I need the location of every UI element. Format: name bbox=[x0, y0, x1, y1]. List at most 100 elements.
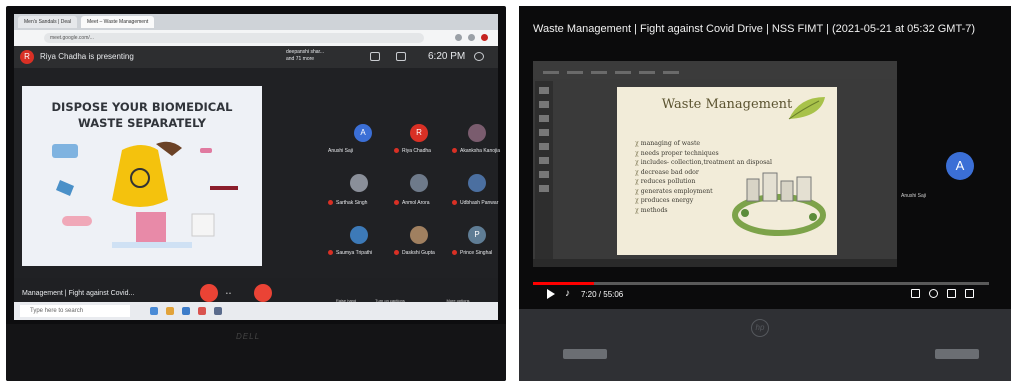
slide-thumbnail[interactable] bbox=[539, 115, 549, 122]
bottles-icon bbox=[136, 212, 166, 242]
left-photo: Men's Sandals | Deal Meet – Waste Manage… bbox=[6, 6, 506, 381]
participant-avatar[interactable]: P bbox=[468, 226, 486, 244]
powerpoint-statusbar bbox=[533, 259, 897, 267]
presenting-label: Riya Chadha is presenting bbox=[40, 52, 134, 61]
hand-icon bbox=[156, 141, 182, 156]
ribbon-tab[interactable] bbox=[591, 71, 607, 74]
slide-thumbnail[interactable] bbox=[539, 129, 549, 136]
mic-off-button[interactable] bbox=[200, 284, 218, 302]
participant-avatar[interactable] bbox=[350, 174, 368, 192]
participant-name: Daskshi Gupta bbox=[402, 250, 435, 256]
recycling-city-illustration bbox=[732, 172, 826, 236]
windows-taskbar: Type here to search bbox=[14, 302, 498, 320]
laptop-bezel: DELL bbox=[6, 324, 506, 381]
participant-avatar[interactable] bbox=[350, 226, 368, 244]
laptop-body: hp bbox=[519, 309, 1011, 381]
more-icon[interactable]: • • bbox=[226, 291, 231, 297]
powerpoint-window: Waste Management managing of waste needs… bbox=[533, 61, 897, 267]
participant-avatar[interactable] bbox=[410, 226, 428, 244]
participant-name: Saumya Tripathi bbox=[336, 250, 373, 256]
powerpoint-ribbon bbox=[533, 61, 897, 79]
chrome-icon[interactable] bbox=[198, 307, 206, 315]
biomedical-waste-illustration bbox=[52, 141, 238, 248]
miniplayer-icon[interactable] bbox=[947, 289, 956, 298]
profile-icon[interactable] bbox=[481, 34, 488, 41]
slide-thumbnail[interactable] bbox=[539, 171, 549, 178]
glove-icon bbox=[56, 180, 74, 196]
address-bar[interactable]: meet.google.com/... bbox=[44, 33, 424, 43]
participant-grid: A Anushi Saji R Riya Chadha Akanksha Kan… bbox=[318, 116, 501, 276]
tissue-box-icon bbox=[191, 213, 215, 237]
camera-off-button[interactable] bbox=[254, 284, 272, 302]
syringe-icon bbox=[210, 186, 238, 190]
video-time: 7:20 / 55:06 bbox=[581, 290, 624, 299]
participant-avatar[interactable] bbox=[410, 174, 428, 192]
slide-thumbnail[interactable] bbox=[539, 157, 549, 164]
meeting-title: Management | Fight against Covid... bbox=[22, 290, 135, 297]
participant-name: Anushi Saji bbox=[328, 148, 354, 154]
ribbon-tab[interactable] bbox=[567, 71, 583, 74]
slide-thumbnail[interactable] bbox=[539, 185, 549, 192]
participant-name: Prince Singhal bbox=[460, 250, 493, 256]
browser-tab-active[interactable]: Meet – Waste Management bbox=[81, 16, 155, 28]
bandage-icon bbox=[62, 216, 92, 226]
video-progress-fill bbox=[533, 282, 594, 285]
browser-tab[interactable]: Men's Sandals | Deal bbox=[18, 16, 77, 28]
slide-thumbnail[interactable] bbox=[539, 101, 549, 108]
play-icon[interactable] bbox=[547, 289, 555, 299]
current-slide: Waste Management managing of waste needs… bbox=[617, 87, 837, 255]
extension-icon[interactable] bbox=[455, 34, 462, 41]
muted-mic-icon bbox=[394, 250, 399, 255]
laptop-hinge bbox=[563, 349, 607, 359]
biohazard-bag-icon bbox=[112, 145, 168, 207]
ribbon-tab[interactable] bbox=[543, 71, 559, 74]
slide-bullet: needs proper techniques bbox=[635, 149, 772, 159]
participant-avatar[interactable] bbox=[468, 174, 486, 192]
ribbon-tab[interactable] bbox=[663, 71, 679, 74]
volume-icon[interactable]: ♪ bbox=[565, 288, 570, 299]
dell-logo: DELL bbox=[236, 332, 261, 341]
ribbon-tab[interactable] bbox=[615, 71, 631, 74]
meet-window: R Riya Chadha is presenting deepanshi sh… bbox=[14, 46, 501, 316]
task-view-icon[interactable] bbox=[150, 307, 158, 315]
edge-icon[interactable] bbox=[182, 307, 190, 315]
participant-name: Udbhash Panwar bbox=[460, 200, 499, 206]
video-controls: ♪ 7:20 / 55:06 bbox=[533, 286, 989, 304]
muted-mic-icon bbox=[452, 200, 457, 205]
taskbar-search[interactable]: Type here to search bbox=[20, 305, 130, 317]
muted-mic-icon bbox=[328, 200, 333, 205]
slide-thumbnail[interactable] bbox=[539, 143, 549, 150]
pills-icon bbox=[200, 148, 212, 153]
participant-name: Anmol Arora bbox=[402, 200, 430, 206]
leaf-icon bbox=[788, 97, 825, 120]
muted-mic-icon bbox=[452, 250, 457, 255]
store-icon[interactable] bbox=[214, 307, 222, 315]
fullscreen-icon[interactable] bbox=[965, 289, 974, 298]
video-progress-bar[interactable] bbox=[533, 282, 989, 285]
ribbon-tab[interactable] bbox=[639, 71, 655, 74]
muted-mic-icon bbox=[328, 250, 333, 255]
participant-count-chip[interactable]: deepanshi shar... and 71 more bbox=[286, 49, 342, 63]
settings-icon[interactable] bbox=[929, 289, 938, 298]
file-explorer-icon[interactable] bbox=[166, 307, 174, 315]
slide-thumbnails bbox=[535, 81, 553, 261]
subtitles-icon[interactable] bbox=[911, 289, 920, 298]
presenting-bar: R Riya Chadha is presenting deepanshi sh… bbox=[14, 46, 498, 68]
extension-icon[interactable] bbox=[468, 34, 475, 41]
participant-name: Sarthak Singh bbox=[336, 200, 368, 206]
participant-avatar[interactable] bbox=[468, 124, 486, 142]
participant-name: Akanksha Kanojia bbox=[460, 148, 501, 154]
browser-tab-strip: Men's Sandals | Deal Meet – Waste Manage… bbox=[14, 14, 498, 30]
chat-icon[interactable] bbox=[396, 52, 406, 61]
presenter-avatar: R bbox=[20, 50, 34, 64]
browser-toolbar: meet.google.com/... bbox=[14, 30, 498, 46]
participant-avatar[interactable]: A bbox=[354, 124, 372, 142]
account-icon[interactable] bbox=[474, 52, 484, 61]
participant-name: Riya Chadha bbox=[402, 148, 431, 154]
people-icon[interactable] bbox=[370, 52, 380, 61]
participant-avatar[interactable]: R bbox=[410, 124, 428, 142]
slide-thumbnail[interactable] bbox=[539, 87, 549, 94]
slide-heading-line1: DISPOSE YOUR BIOMEDICAL bbox=[51, 100, 233, 114]
right-photo: Waste Management | Fight against Covid D… bbox=[519, 6, 1011, 381]
participant-avatar: A bbox=[946, 152, 974, 180]
